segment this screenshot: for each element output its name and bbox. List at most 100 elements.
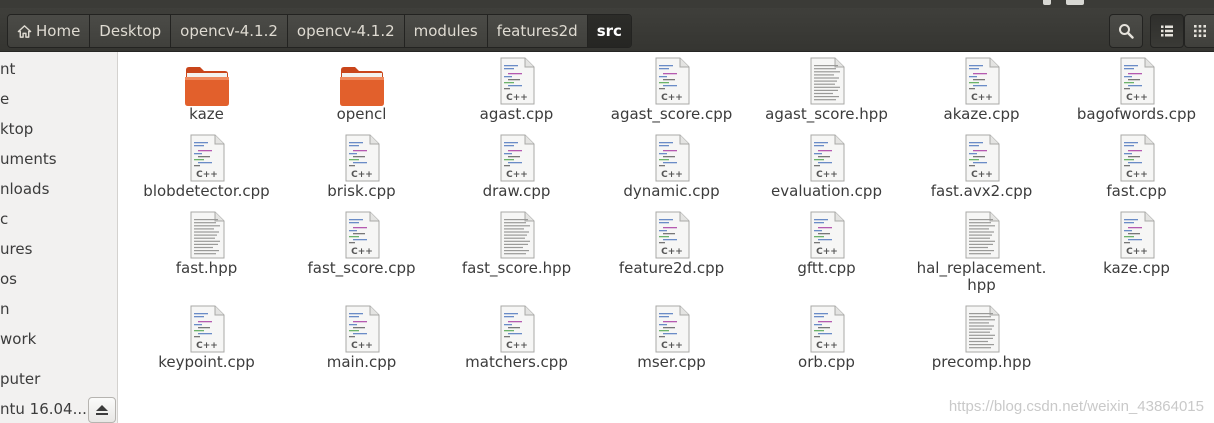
svg-text:C++: C++ [816,170,838,180]
sidebar-item-computer[interactable]: puter [0,368,40,390]
file-name-label: feature2d.cpp [618,259,725,277]
sidebar-item-downloads[interactable]: nloads [0,178,49,200]
breadcrumb-home[interactable]: Home [8,15,91,47]
file-item[interactable]: agast_score.hpp [749,52,904,130]
search-button[interactable] [1109,14,1143,48]
cpp-file-icon: C++ [1118,211,1156,263]
file-name-label: brisk.cpp [327,182,396,200]
file-item[interactable]: opencl [284,52,439,130]
breadcrumb-opencv-inner[interactable]: opencv-4.1.2 [287,15,405,47]
svg-text:C++: C++ [661,170,683,180]
cpp-file-icon: C++ [1118,57,1156,109]
file-item[interactable]: C++ feature2d.cpp [594,206,749,284]
svg-text:C++: C++ [351,247,373,257]
file-item[interactable]: fast_score.hpp [439,206,594,284]
svg-text:C++: C++ [351,170,373,180]
file-item[interactable]: C++ gftt.cpp [749,206,904,284]
svg-text:C++: C++ [661,247,683,257]
breadcrumb-opencv-outer[interactable]: opencv-4.1.2 [171,15,288,47]
sidebar-item-videos[interactable]: os [0,268,17,290]
svg-text:C++: C++ [1126,93,1148,103]
sidebar-item-ubuntu-volume[interactable]: ntu 16.04.... [0,398,92,420]
list-view-button[interactable] [1150,14,1184,48]
breadcrumb-label: modules [413,22,478,40]
file-name-label: matchers.cpp [465,353,568,371]
svg-text:C++: C++ [196,341,218,351]
breadcrumb-label: opencv-4.1.2 [296,22,395,40]
file-name-label: fast.cpp [1106,182,1167,200]
file-item[interactable]: fast.hpp [129,206,284,284]
file-name-label: bagofwords.cpp [1076,105,1197,123]
cpp-file-icon: C++ [808,134,846,186]
file-item[interactable]: C++ agast_score.cpp [594,52,749,130]
cpp-file-icon: C++ [498,305,536,357]
file-item[interactable]: C++ evaluation.cpp [749,129,904,207]
file-name-label: kaze [189,105,224,123]
sidebar-item-documents[interactable]: uments [0,148,57,170]
breadcrumb-label: features2d [496,22,578,40]
file-name-label: main.cpp [326,353,397,371]
breadcrumb: Home Desktop opencv-4.1.2 opencv-4.1.2 m… [7,14,632,48]
file-item[interactable]: C++ main.cpp [284,300,439,378]
file-name-label: mser.cpp [637,353,706,371]
cpp-file-icon: C++ [653,211,691,263]
breadcrumb-desktop[interactable]: Desktop [90,15,172,47]
file-item[interactable]: C++ akaze.cpp [904,52,1059,130]
cpp-file-icon: C++ [653,57,691,109]
breadcrumb-label: src [596,22,622,40]
breadcrumb-features2d[interactable]: features2d [487,15,588,47]
file-item[interactable]: C++ kaze.cpp [1059,206,1214,284]
cpp-file-icon: C++ [343,305,381,357]
file-item[interactable]: C++ draw.cpp [439,129,594,207]
breadcrumb-src[interactable]: src [587,15,631,47]
cpp-file-icon: C++ [963,134,1001,186]
file-name-label: kaze.cpp [1103,259,1170,277]
list-view-icon [1161,25,1173,37]
file-item[interactable]: hal_replacement. hpp [904,206,1059,294]
sidebar-item-home[interactable]: e [0,88,9,110]
file-item[interactable]: C++ orb.cpp [749,300,904,378]
breadcrumb-label: opencv-4.1.2 [180,22,278,40]
sidebar-item-recent[interactable]: nt [0,58,15,80]
indicator-arrow-icon [1043,0,1051,5]
file-name-label: draw.cpp [482,182,551,200]
svg-text:C++: C++ [1126,247,1148,257]
file-item[interactable]: C++ keypoint.cpp [129,300,284,378]
cpp-file-icon: C++ [808,211,846,263]
file-name-label: agast.cpp [479,105,554,123]
file-item[interactable]: C++ fast.cpp [1059,129,1214,207]
svg-text:C++: C++ [816,247,838,257]
grid-view-button[interactable] [1184,14,1214,48]
breadcrumb-modules[interactable]: modules [404,15,488,47]
file-item[interactable]: C++ matchers.cpp [439,300,594,378]
file-name-label: fast_score.hpp [461,259,572,277]
file-item[interactable]: C++ mser.cpp [594,300,749,378]
cpp-file-icon: C++ [188,134,226,186]
cpp-file-icon: C++ [188,305,226,357]
sidebar-item-pictures[interactable]: ures [0,238,32,260]
file-item[interactable]: C++ fast.avx2.cpp [904,129,1059,207]
file-name-label: fast.avx2.cpp [930,182,1033,200]
file-item[interactable]: C++ bagofwords.cpp [1059,52,1214,130]
sidebar-item-trash[interactable]: n [0,298,10,320]
file-item[interactable]: C++ fast_score.cpp [284,206,439,284]
file-name-label: gftt.cpp [797,259,856,277]
cpp-file-icon: C++ [1118,134,1156,186]
eject-icon [96,405,108,415]
svg-text:C++: C++ [816,341,838,351]
text-file-icon [963,305,1001,357]
eject-button[interactable] [88,397,116,423]
text-file-icon [808,57,846,109]
sidebar-item-network[interactable]: work [0,328,36,350]
file-item[interactable]: kaze [129,52,284,130]
file-name-label: fast_score.cpp [307,259,416,277]
file-item[interactable]: C++ brisk.cpp [284,129,439,207]
file-item[interactable]: C++ dynamic.cpp [594,129,749,207]
file-item[interactable]: precomp.hpp [904,300,1059,378]
sidebar-item-music[interactable]: c [0,208,8,230]
file-item[interactable]: C++ blobdetector.cpp [129,129,284,207]
sidebar-item-desktop[interactable]: ktop [0,118,33,140]
svg-text:C++: C++ [971,170,993,180]
text-file-icon [498,211,536,263]
file-item[interactable]: C++ agast.cpp [439,52,594,130]
